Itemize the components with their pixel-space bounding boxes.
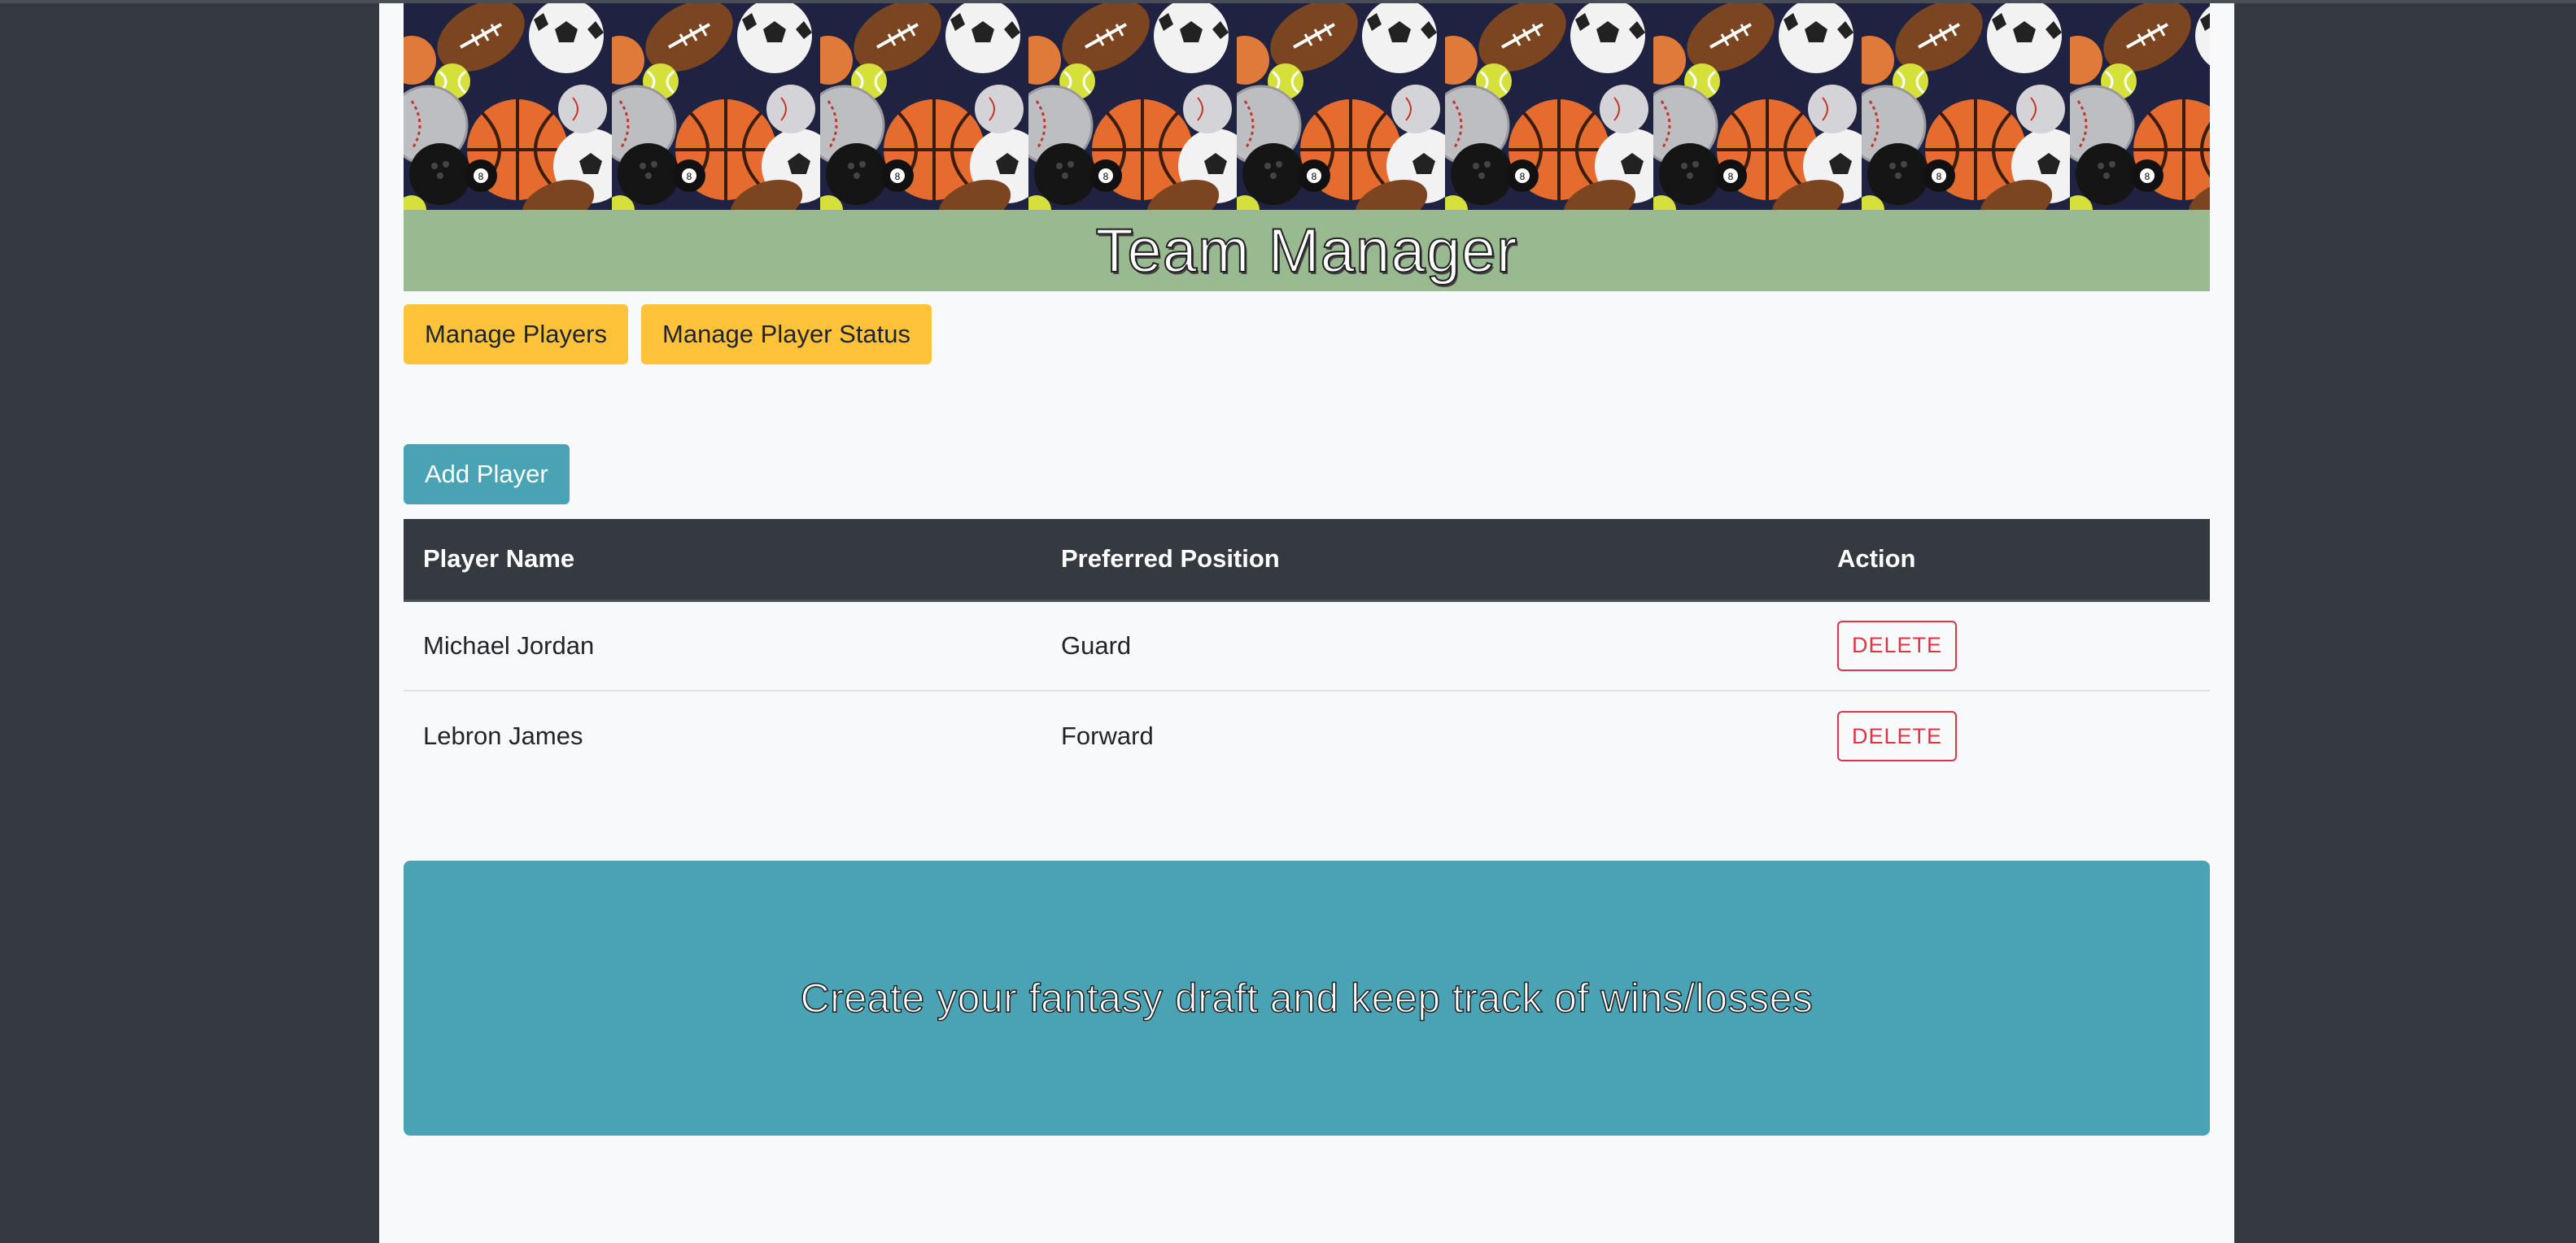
action-cell: DELETE <box>1818 600 2210 691</box>
info-jumbotron: Create your fantasy draft and keep track… <box>404 861 2210 1136</box>
column-header-player-name: Player Name <box>404 519 1041 602</box>
player-name-cell: Lebron James <box>423 722 583 750</box>
column-header-preferred-position: Preferred Position <box>1041 519 1818 602</box>
column-header-action: Action <box>1818 519 2210 602</box>
player-position-cell: Guard <box>1061 630 1132 660</box>
table-row: Lebron James Forward DELETE <box>404 691 2210 781</box>
delete-button[interactable]: DELETE <box>1837 620 1958 671</box>
table-row: Michael Jordan Guard DELETE <box>404 600 2210 691</box>
sports-balls-pattern-icon: 8 <box>404 3 2210 210</box>
delete-button[interactable]: DELETE <box>1837 711 1958 761</box>
add-player-button[interactable]: Add Player <box>404 444 570 504</box>
nav-buttons: Manage Players Manage Player Status <box>404 304 932 364</box>
action-cell: DELETE <box>1818 691 2210 781</box>
manage-players-button[interactable]: Manage Players <box>404 304 629 364</box>
manage-player-status-button[interactable]: Manage Player Status <box>641 304 932 364</box>
title-bar: Team Manager <box>404 210 2210 291</box>
page-content: 8 Team Manager <box>379 3 2234 1243</box>
table-header-row: Player Name Preferred Position Action <box>404 519 2210 602</box>
player-name-cell: Michael Jordan <box>423 630 595 660</box>
page-title: Team Manager <box>1095 216 1518 286</box>
players-table: Player Name Preferred Position Action Mi… <box>404 519 2210 781</box>
player-position-cell: Forward <box>1061 722 1154 750</box>
jumbotron-text: Create your fantasy draft and keep track… <box>800 975 1814 1022</box>
sports-balls-banner: 8 <box>404 3 2210 210</box>
